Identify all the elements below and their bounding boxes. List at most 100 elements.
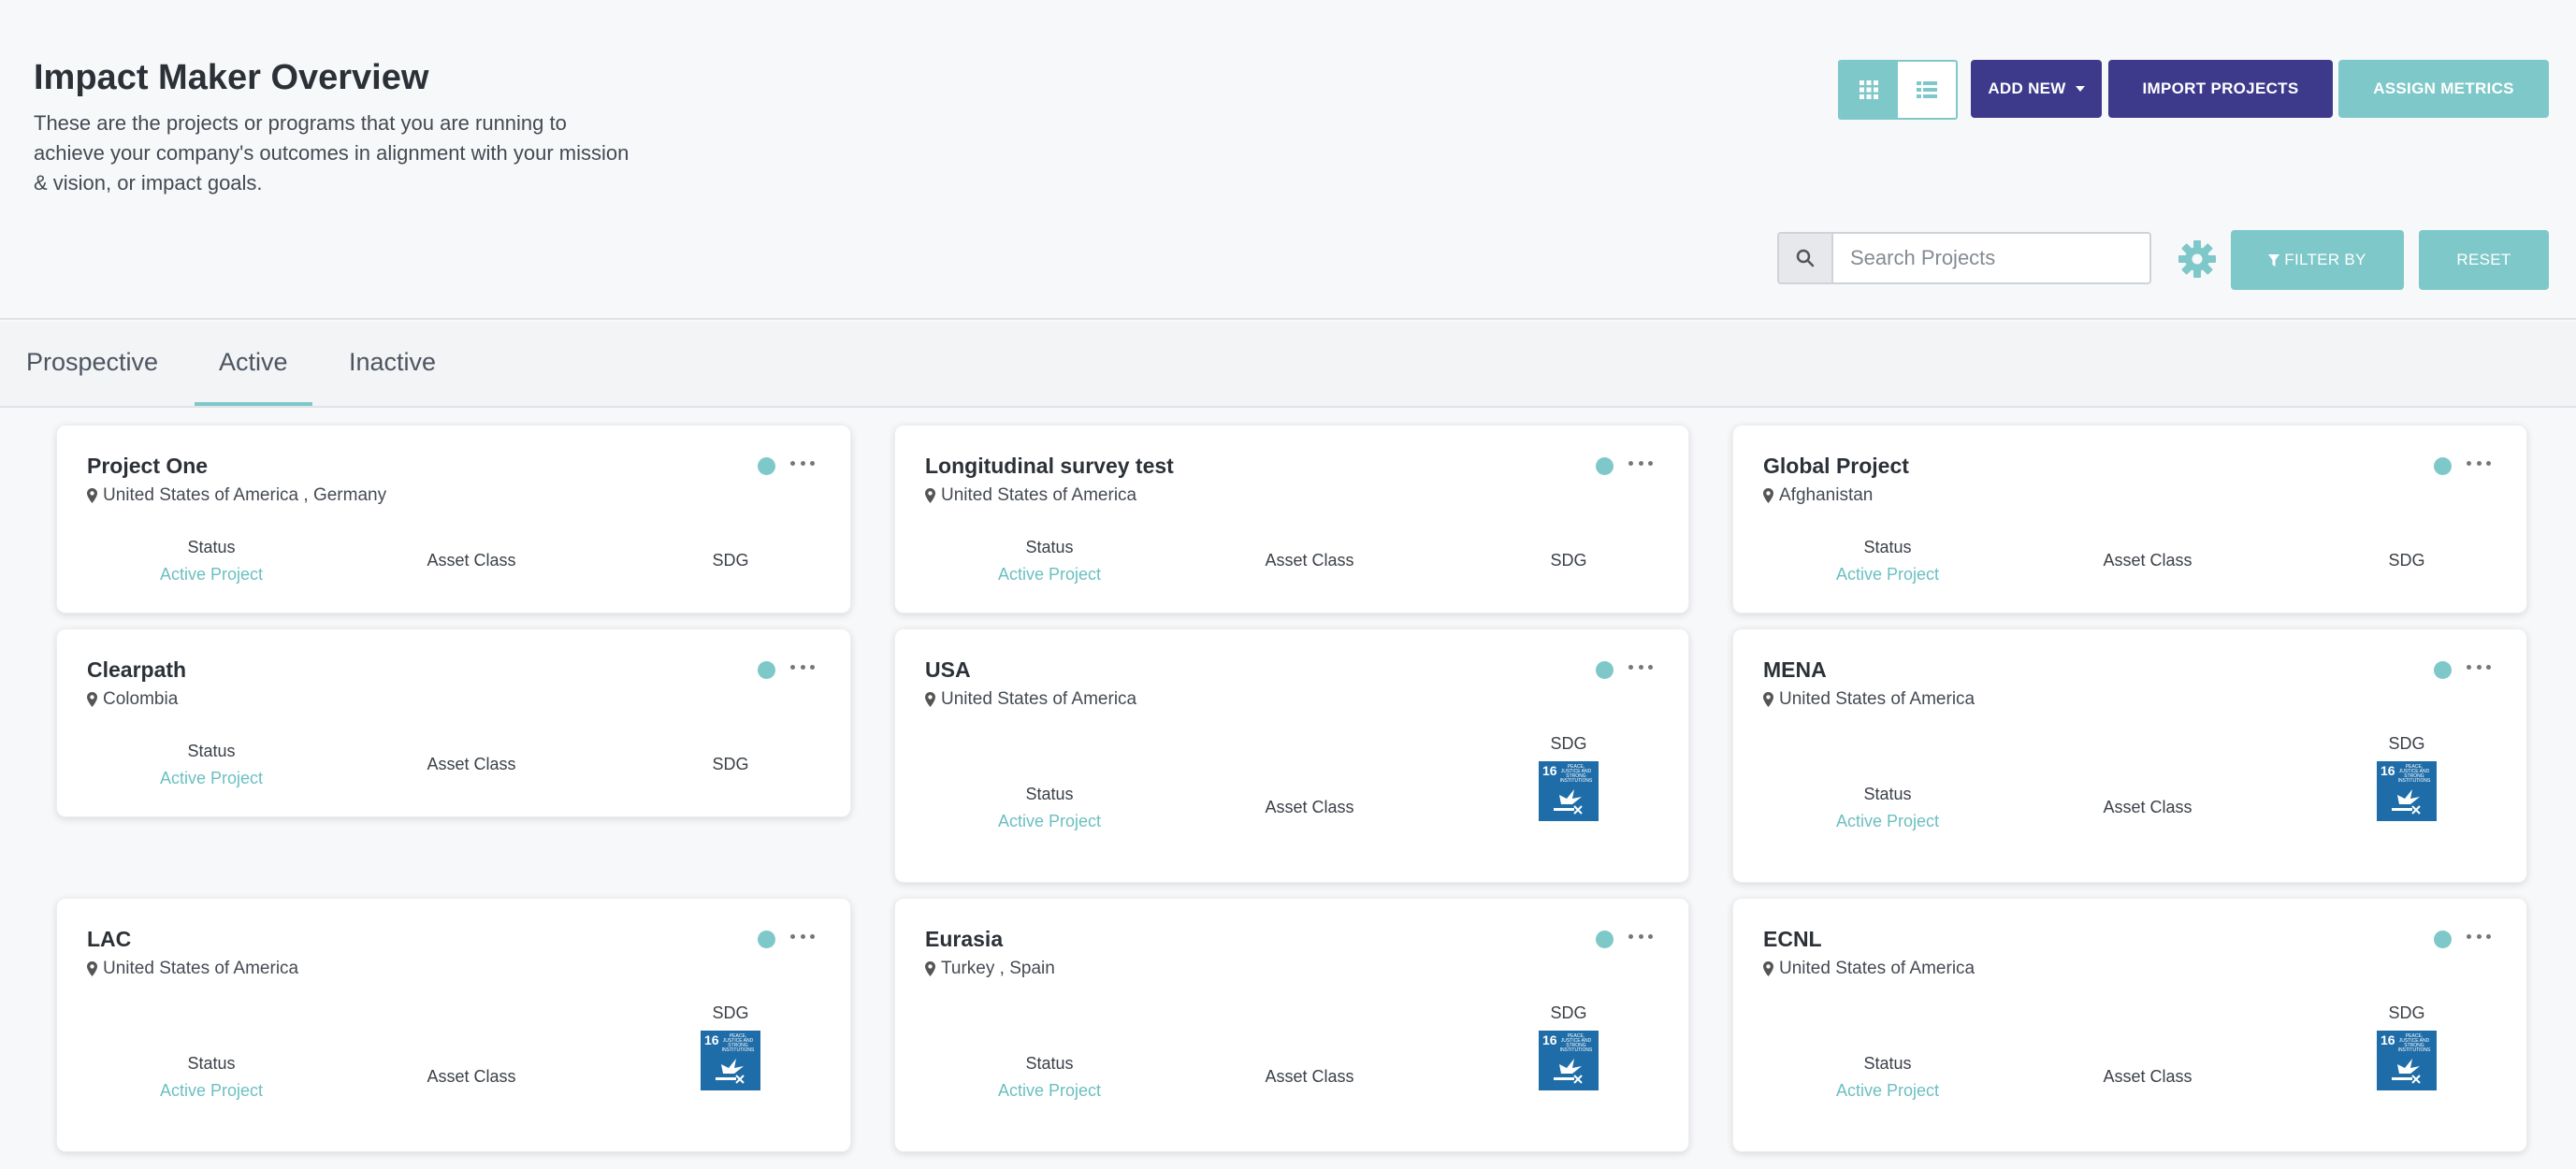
status-dot bbox=[2434, 661, 2452, 679]
more-options-icon[interactable] bbox=[790, 657, 815, 676]
reset-button[interactable]: RESET bbox=[2419, 230, 2549, 290]
asset-class-label: Asset Class bbox=[2103, 551, 2192, 570]
more-options-icon[interactable] bbox=[790, 927, 815, 945]
status-column: Status Active Project bbox=[132, 538, 291, 584]
project-card[interactable]: Global Project Afghanistan Status Active… bbox=[1732, 425, 2527, 613]
more-options-icon[interactable] bbox=[1628, 927, 1653, 945]
project-location: Colombia bbox=[87, 689, 178, 710]
project-name[interactable]: MENA bbox=[1763, 657, 1827, 683]
project-name[interactable]: Global Project bbox=[1763, 454, 1909, 479]
tab-prospective[interactable]: Prospective bbox=[26, 348, 158, 377]
project-name[interactable]: LAC bbox=[87, 927, 131, 952]
status-value: Active Project bbox=[997, 812, 1102, 830]
more-options-icon[interactable] bbox=[2467, 454, 2491, 472]
import-projects-button[interactable]: IMPORT PROJECTS bbox=[2108, 60, 2333, 118]
project-location-text: Turkey , Spain bbox=[941, 959, 1055, 978]
more-options-icon[interactable] bbox=[1628, 454, 1653, 472]
search-button[interactable] bbox=[1777, 232, 1833, 284]
asset-class-label: Asset Class bbox=[427, 755, 516, 773]
project-name[interactable]: Eurasia bbox=[925, 927, 1003, 952]
map-pin-icon bbox=[925, 488, 935, 503]
status-value: Active Project bbox=[159, 1081, 264, 1100]
status-column: Status Active Project bbox=[970, 538, 1129, 584]
sdg-label: SDG bbox=[1550, 1003, 1587, 1022]
map-pin-icon bbox=[1763, 692, 1773, 707]
status-label: Status bbox=[1863, 1054, 1912, 1073]
status-label: Status bbox=[1025, 1054, 1074, 1073]
filter-by-button[interactable]: FILTER BY bbox=[2231, 230, 2404, 290]
status-column: Status Active Project bbox=[970, 1054, 1129, 1101]
project-location: United States of America bbox=[925, 485, 1136, 506]
asset-class-label: Asset Class bbox=[427, 1067, 516, 1086]
search-input[interactable] bbox=[1833, 232, 2151, 284]
project-card[interactable]: Longitudinal survey test United States o… bbox=[894, 425, 1689, 613]
assign-metrics-button[interactable]: ASSIGN METRICS bbox=[2338, 60, 2549, 118]
project-location: United States of America bbox=[1763, 689, 1975, 710]
dove-icon bbox=[2392, 789, 2421, 815]
list-view-button[interactable] bbox=[1898, 62, 1956, 118]
status-dot bbox=[758, 457, 775, 475]
project-card[interactable]: Clearpath Colombia Status Active Project… bbox=[56, 628, 851, 817]
asset-class-column: Asset Class bbox=[1230, 798, 1389, 817]
project-name[interactable]: Project One bbox=[87, 454, 208, 479]
project-card[interactable]: MENA United States of America Status Act… bbox=[1732, 628, 2527, 883]
status-dot bbox=[1596, 661, 1614, 679]
asset-class-label: Asset Class bbox=[2103, 1067, 2192, 1086]
map-pin-icon bbox=[87, 692, 97, 707]
sdg-label: SDG bbox=[1550, 734, 1587, 753]
status-label: Status bbox=[187, 1054, 236, 1073]
dove-icon bbox=[716, 1059, 745, 1084]
asset-class-column: Asset Class bbox=[2068, 1067, 2227, 1087]
grid-view-button[interactable] bbox=[1840, 62, 1898, 118]
map-pin-icon bbox=[925, 692, 935, 707]
dove-icon bbox=[1554, 1059, 1583, 1084]
map-pin-icon bbox=[87, 488, 97, 503]
more-options-icon[interactable] bbox=[790, 454, 815, 472]
status-label: Status bbox=[1863, 785, 1912, 803]
status-column: Status Active Project bbox=[1808, 1054, 1967, 1101]
asset-class-column: Asset Class bbox=[1230, 551, 1389, 570]
project-card[interactable]: Project One United States of America , G… bbox=[56, 425, 851, 613]
sdg-16-icon: 16 PEACE, JUSTICE AND STRONG INSTITUTION… bbox=[1539, 761, 1599, 821]
project-name[interactable]: USA bbox=[925, 657, 971, 683]
project-card[interactable]: Eurasia Turkey , Spain Status Active Pro… bbox=[894, 898, 1689, 1152]
active-tab-indicator bbox=[195, 402, 312, 406]
more-options-icon[interactable] bbox=[1628, 657, 1653, 676]
project-card[interactable]: ECNL United States of America Status Act… bbox=[1732, 898, 2527, 1152]
tab-inactive[interactable]: Inactive bbox=[349, 348, 436, 377]
status-dot bbox=[1596, 931, 1614, 948]
gear-icon[interactable] bbox=[2178, 239, 2217, 279]
map-pin-icon bbox=[87, 961, 97, 976]
status-column: Status Active Project bbox=[132, 1054, 291, 1101]
page-description: These are the projects or programs that … bbox=[34, 111, 630, 195]
project-card[interactable]: USA United States of America Status Acti… bbox=[894, 628, 1689, 883]
project-name[interactable]: Longitudinal survey test bbox=[925, 454, 1174, 479]
list-icon bbox=[1917, 81, 1937, 98]
project-location: United States of America bbox=[87, 959, 298, 979]
project-location-text: United States of America bbox=[941, 689, 1137, 709]
asset-class-column: Asset Class bbox=[392, 551, 551, 570]
sdg-16-icon: 16 PEACE, JUSTICE AND STRONG INSTITUTION… bbox=[1539, 1031, 1599, 1090]
status-dot bbox=[758, 931, 775, 948]
map-pin-icon bbox=[1763, 961, 1773, 976]
project-card[interactable]: LAC United States of America Status Acti… bbox=[56, 898, 851, 1152]
status-tabs: Prospective Active Inactive bbox=[0, 322, 2576, 408]
map-pin-icon bbox=[1763, 488, 1773, 503]
project-name[interactable]: Clearpath bbox=[87, 657, 186, 683]
sdg-label: SDG bbox=[1550, 551, 1587, 570]
tab-active[interactable]: Active bbox=[219, 348, 288, 377]
project-name[interactable]: ECNL bbox=[1763, 927, 1822, 952]
sdg-column: SDG 16 PEACE, JUSTICE AND STRONG INSTITU… bbox=[674, 1003, 787, 1090]
more-options-icon[interactable] bbox=[2467, 927, 2491, 945]
status-value: Active Project bbox=[997, 1081, 1102, 1100]
status-value: Active Project bbox=[1835, 812, 1940, 830]
more-options-icon[interactable] bbox=[2467, 657, 2491, 676]
sdg-label: SDG bbox=[2388, 734, 2425, 753]
sdg-label: SDG bbox=[2388, 1003, 2425, 1022]
sdg-column: SDG 16 PEACE, JUSTICE AND STRONG INSTITU… bbox=[2351, 1003, 2463, 1090]
add-new-button[interactable]: ADD NEW bbox=[1971, 60, 2102, 118]
filter-icon bbox=[2268, 253, 2280, 267]
asset-class-label: Asset Class bbox=[2103, 798, 2192, 816]
sdg-column: SDG bbox=[674, 551, 787, 570]
project-location-text: United States of America bbox=[1779, 689, 1975, 709]
